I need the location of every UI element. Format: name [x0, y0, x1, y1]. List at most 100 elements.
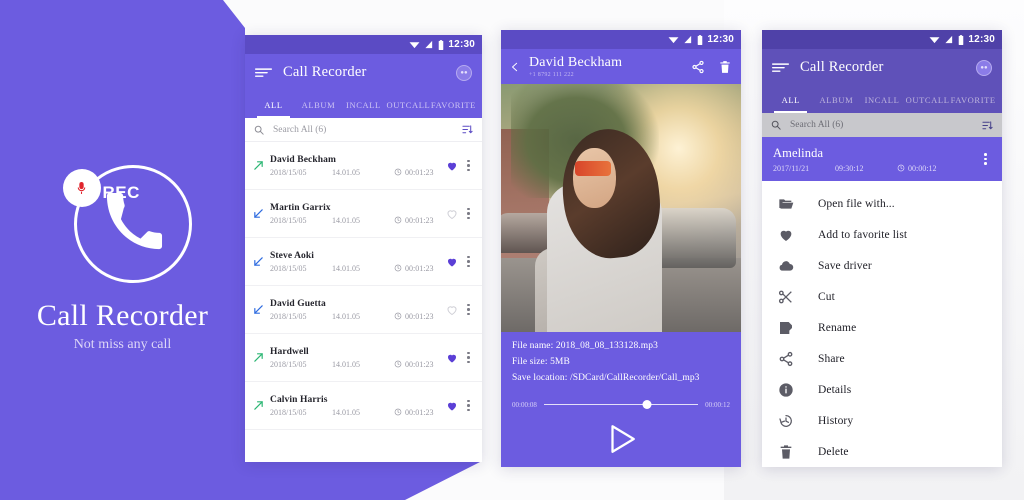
- search-input[interactable]: Search All (6): [790, 120, 982, 130]
- seek-knob[interactable]: [642, 400, 652, 409]
- share-icon[interactable]: [691, 60, 705, 74]
- contact-photo: [501, 84, 741, 332]
- tab-incall[interactable]: INCALL: [859, 86, 905, 113]
- menu-item-label: Cut: [818, 290, 835, 303]
- screenshot-stage: REC Call Recorder Not miss any call 12:3…: [0, 0, 1024, 500]
- row-overflow-button[interactable]: [467, 351, 470, 364]
- tab-bar: ALL ALBUM INCALL OUTCALL FAVORITE: [245, 91, 482, 118]
- row-duration: 00:01:23: [405, 359, 434, 369]
- brand-title: Call Recorder: [36, 299, 209, 332]
- menu-item-rename[interactable]: Rename: [762, 312, 1002, 343]
- table-row[interactable]: Martin Garrix 2018/15/05 14.01.05 00:01:…: [245, 190, 482, 238]
- menu-item-open-file-with[interactable]: Open file with...: [762, 188, 1002, 219]
- search-bar[interactable]: Search All (6): [245, 118, 482, 142]
- play-button[interactable]: [512, 422, 730, 456]
- tab-all[interactable]: ALL: [768, 86, 814, 113]
- call-outgoing-icon: [254, 353, 263, 362]
- photo-person-face: [573, 148, 617, 208]
- account-avatar[interactable]: ●●: [976, 59, 992, 76]
- save-location-value: /SDCard/CallRecorder/Call_mp3: [569, 373, 700, 383]
- favorite-heart-icon[interactable]: [446, 400, 458, 412]
- file-info-panel: File name: 2018_08_08_133128.mp3 File si…: [501, 332, 741, 395]
- row-time: 14.01.05: [332, 407, 360, 417]
- history-icon: [779, 414, 792, 427]
- menu-item-add-to-favorite-list[interactable]: Add to favorite list: [762, 219, 1002, 250]
- trash-icon[interactable]: [718, 60, 732, 74]
- tab-bar: ALL ALBUM INCALL OUTCALL FAVORITE: [762, 86, 1002, 113]
- call-outgoing-icon: [254, 161, 263, 170]
- sort-icon[interactable]: [462, 124, 473, 135]
- menu-item-label: Add to favorite list: [818, 228, 908, 241]
- scissors-icon: [778, 290, 792, 303]
- total-time: 00:00:12: [705, 400, 730, 409]
- table-row[interactable]: Hardwell 2018/15/05 14.01.05 00:01:23: [245, 334, 482, 382]
- brand-block: REC Call Recorder Not miss any call: [0, 165, 245, 353]
- tab-favorite[interactable]: FAVORITE: [431, 91, 476, 118]
- row-overflow-button[interactable]: [467, 207, 470, 220]
- table-row[interactable]: David Guetta 2018/15/05 14.01.05 00:01:2…: [245, 286, 482, 334]
- rename-icon: [780, 321, 792, 334]
- search-bar[interactable]: Search All (6): [762, 113, 1002, 137]
- table-row[interactable]: Calvin Harris 2018/15/05 14.01.05 00:01:…: [245, 382, 482, 430]
- contact-name: David Beckham: [529, 55, 623, 70]
- row-meta: 2018/15/05 14.01.05 00:01:23: [270, 408, 442, 417]
- table-row[interactable]: Steve Aoki 2018/15/05 14.01.05 00:01:23: [245, 238, 482, 286]
- row-duration-wrap: 00:01:23: [394, 216, 433, 225]
- selected-row-main: Amelinda 2017/11/21 09:30:12 00:00:12: [773, 146, 984, 173]
- row-contact-name: David Beckham: [270, 154, 336, 165]
- status-bar: 12:30: [762, 30, 1002, 49]
- favorite-heart-icon[interactable]: [446, 160, 458, 172]
- tab-all[interactable]: ALL: [251, 91, 296, 118]
- tab-incall[interactable]: INCALL: [341, 91, 386, 118]
- table-row[interactable]: David Beckham 2018/15/05 14.01.05 00:01:…: [245, 142, 482, 190]
- tab-outcall[interactable]: OUTCALL: [905, 86, 951, 113]
- selected-row-overflow-button[interactable]: [984, 153, 987, 165]
- file-name-value: 2018_08_08_133128.mp3: [555, 341, 658, 351]
- hamburger-icon[interactable]: [255, 67, 272, 78]
- contact-phone-number: +1 8792 111 222: [529, 72, 574, 78]
- status-bar-time: 12:30: [448, 39, 475, 50]
- row-overflow-button[interactable]: [467, 399, 470, 412]
- favorite-heart-icon[interactable]: [446, 256, 458, 268]
- brand-subtitle: Not miss any call: [73, 337, 172, 352]
- detail-app-bar: David Beckham +1 8792 111 222: [501, 49, 741, 84]
- menu-item-history[interactable]: History: [762, 405, 1002, 436]
- menu-item-cut[interactable]: Cut: [762, 281, 1002, 312]
- row-main: Hardwell 2018/15/05 14.01.05 00:01:23: [270, 347, 442, 369]
- menu-item-share[interactable]: Share: [762, 343, 1002, 374]
- hamburger-icon[interactable]: [772, 62, 789, 73]
- seek-slider[interactable]: [543, 399, 699, 410]
- tab-outcall[interactable]: OUTCALL: [386, 91, 431, 118]
- play-icon: [611, 425, 635, 453]
- row-main: Steve Aoki 2018/15/05 14.01.05 00:01:23: [270, 251, 442, 273]
- row-main: Calvin Harris 2018/15/05 14.01.05 00:01:…: [270, 395, 442, 417]
- menu-item-save-driver[interactable]: Save driver: [762, 250, 1002, 281]
- search-input[interactable]: Search All (6): [273, 125, 462, 135]
- tab-album[interactable]: ALBUM: [296, 91, 341, 118]
- menu-item-details[interactable]: Details: [762, 374, 1002, 405]
- app-title: Call Recorder: [800, 59, 884, 75]
- back-chevron-icon[interactable]: [510, 62, 520, 72]
- favorite-heart-icon[interactable]: [446, 208, 458, 220]
- favorite-heart-icon[interactable]: [446, 352, 458, 364]
- row-overflow-button[interactable]: [467, 159, 470, 172]
- favorite-heart-icon[interactable]: [446, 304, 458, 316]
- sort-icon[interactable]: [982, 120, 993, 131]
- clock-icon: [394, 264, 402, 272]
- contact-header: David Beckham +1 8792 111 222: [529, 55, 678, 78]
- signal-icon: [425, 40, 433, 49]
- tab-favorite[interactable]: FAVORITE: [950, 86, 996, 113]
- row-date: 2018/15/05: [270, 359, 307, 369]
- menu-item-delete[interactable]: Delete: [762, 436, 1002, 467]
- selected-call-row[interactable]: Amelinda 2017/11/21 09:30:12 00:00:12: [762, 137, 1002, 181]
- selected-row-meta: 2017/11/21 09:30:12 00:00:12: [773, 164, 984, 173]
- menu-item-label: Save driver: [818, 259, 872, 272]
- row-overflow-button[interactable]: [467, 303, 470, 316]
- account-avatar[interactable]: ●●: [456, 64, 472, 81]
- phone-screen-context-menu: 12:30 Call Recorder ●● ALL ALBUM INCALL …: [762, 30, 1002, 467]
- row-duration-wrap: 00:01:23: [394, 264, 433, 273]
- row-main: David Guetta 2018/15/05 14.01.05 00:01:2…: [270, 299, 442, 321]
- row-overflow-button[interactable]: [467, 255, 470, 268]
- file-size-value: 5MB: [550, 357, 570, 367]
- tab-album[interactable]: ALBUM: [814, 86, 860, 113]
